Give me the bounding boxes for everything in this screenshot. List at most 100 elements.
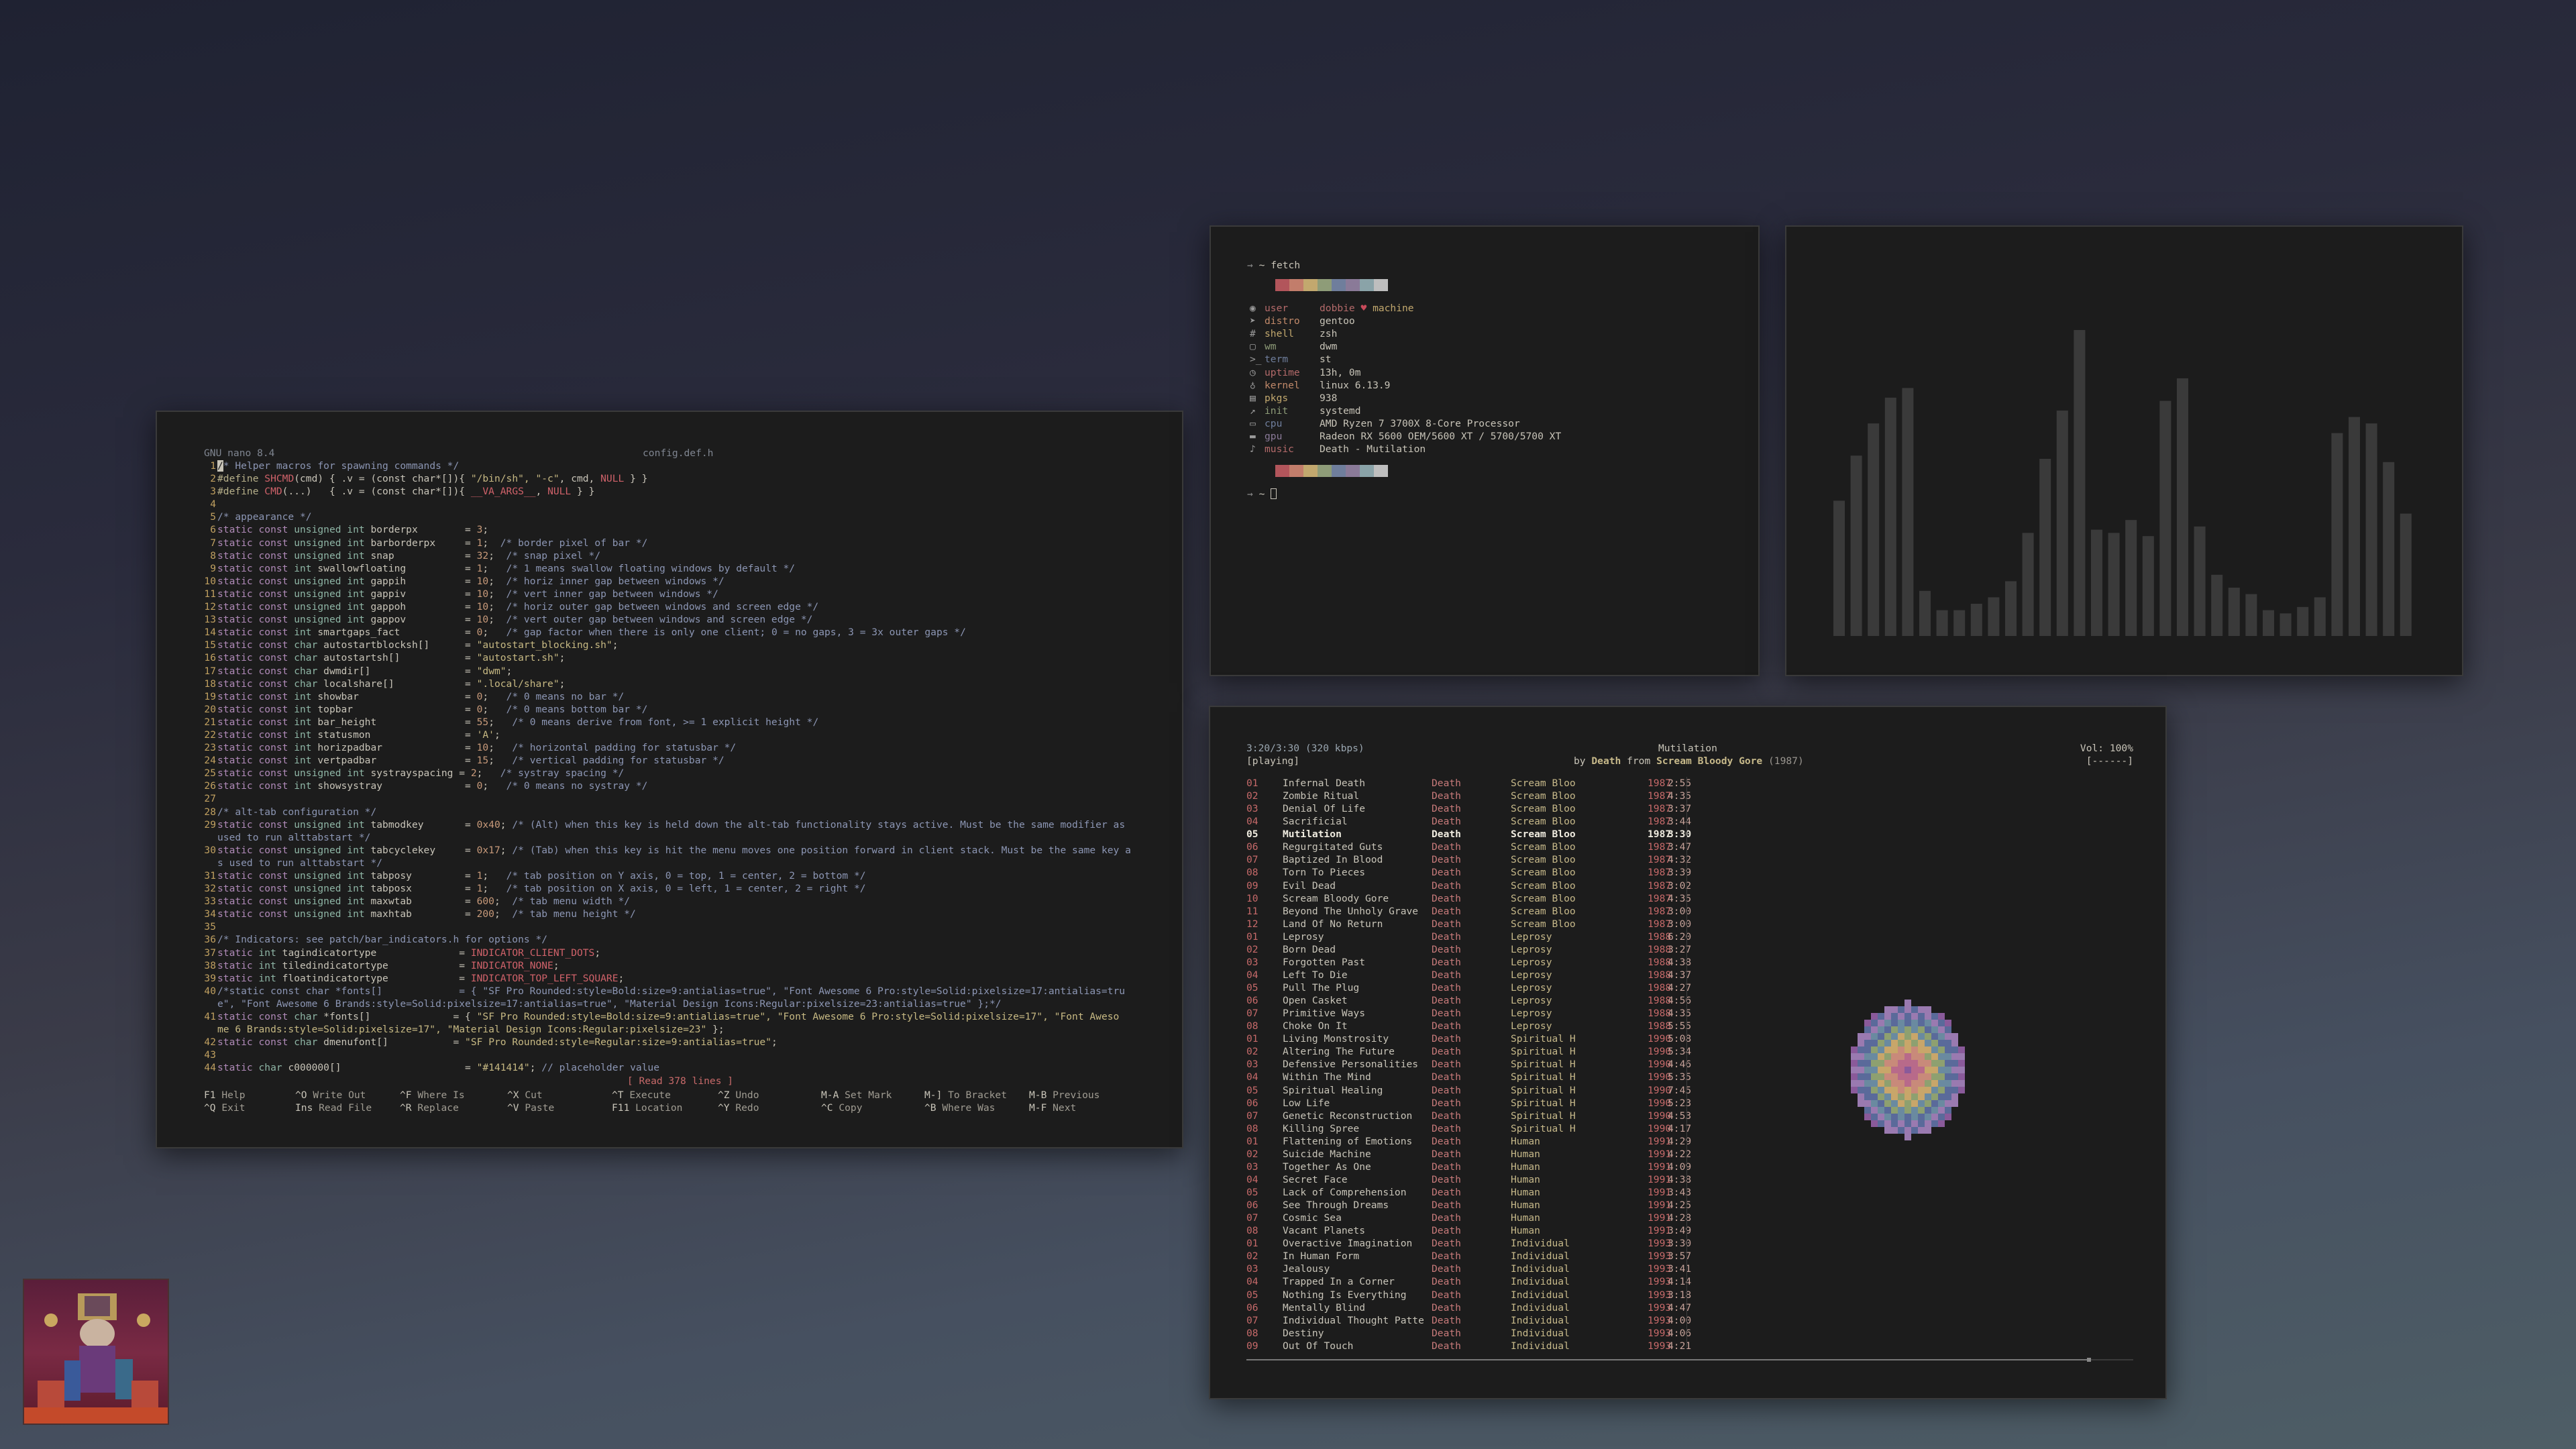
shortcut-next[interactable]: M-F Next — [1029, 1102, 1076, 1114]
code-buffer[interactable]: 1/* Helper macros for spawning commands … — [204, 460, 1157, 1075]
shortcut-execute[interactable]: ^T Execute — [612, 1089, 671, 1102]
code-token: ; — [488, 755, 513, 767]
track-row[interactable]: 07 Baptized In Blood Death Scream Bloo 1987 4… — [1246, 853, 1691, 866]
code-token: int — [294, 755, 312, 767]
track-row[interactable]: 12 Land Of No Return Death Scream Bloo 1987 3… — [1246, 918, 1691, 930]
track-row[interactable]: 06 Low Life Death Spiritual H 1990 5:23 — [1246, 1097, 1691, 1110]
host-name: machine — [1373, 303, 1414, 315]
track-row[interactable]: 01 Flattening of Emotions Death Human 1991 4:… — [1246, 1135, 1691, 1148]
playback-modes[interactable]: [------] — [2086, 755, 2133, 767]
shortcut-redo[interactable]: ^Y Redo — [718, 1102, 759, 1114]
shortcut-where-is[interactable]: ^F Where Is — [400, 1089, 465, 1102]
track-row[interactable]: 06 Open Casket Death Leprosy 1988 4:56 — [1246, 994, 1691, 1007]
track-row[interactable]: 09 Evil Dead Death Scream Bloo 1987 3:02 — [1246, 879, 1691, 892]
track-row[interactable]: 06 Regurgitated Guts Death Scream Bloo 1987 3… — [1246, 841, 1691, 853]
code-line: 8 static const unsigned int snap = 32; /*… — [204, 549, 1157, 562]
album-art-pixel-cell — [1931, 1053, 1938, 1060]
shortcut-write-out[interactable]: ^O Write Out — [295, 1089, 366, 1102]
track-row[interactable]: 03 Together As One Death Human 1991 4:09 — [1246, 1161, 1691, 1173]
track-row[interactable]: 07 Cosmic Sea Death Human 1991 4:28 — [1246, 1212, 1691, 1224]
shortcut-exit[interactable]: ^Q Exit — [204, 1102, 246, 1114]
shortcut-set-mark[interactable]: M-A Set Mark — [821, 1089, 892, 1102]
track-row[interactable]: 04 Sacrificial Death Scream Bloo 1987 3:44 — [1246, 815, 1691, 828]
track-row[interactable]: 08 Vacant Planets Death Human 1991 3:49 — [1246, 1224, 1691, 1237]
album-art-pixel-cell — [1918, 1087, 1925, 1093]
shortcut-undo[interactable]: ^Z Undo — [718, 1089, 759, 1102]
shortcut-replace[interactable]: ^R Replace — [400, 1102, 459, 1114]
shortcut-to-bracket[interactable]: M-] To Bracket — [924, 1089, 1007, 1102]
nano-editor-window[interactable]: GNU nano 8.4 config.def.h 1/* Helper mac… — [156, 411, 1183, 1148]
progress-bar[interactable] — [1246, 1358, 2133, 1362]
track-row[interactable]: 04 Secret Face Death Human 1991 4:38 — [1246, 1173, 1691, 1186]
track-row[interactable]: 05 Lack of Comprehension Death Human 1991 3:4… — [1246, 1186, 1691, 1199]
track-row[interactable]: 09 Out Of Touch Death Individual 1993 4:21 — [1246, 1340, 1691, 1352]
track-artist: Death — [1432, 816, 1461, 828]
track-row[interactable]: 01 Leprosy Death Leprosy 1988 6:20 — [1246, 930, 1691, 943]
shortcut-location[interactable]: F11 Location — [612, 1102, 682, 1114]
track-row[interactable]: 02 Zombie Ritual Death Scream Bloo 1987 4:35 — [1246, 790, 1691, 802]
shortcut-help[interactable]: F1 Help — [204, 1089, 246, 1102]
track-row[interactable]: 01 Overactive Imagination Death Individual 1… — [1246, 1237, 1691, 1250]
track-row[interactable]: 02 Born Dead Death Leprosy 1988 3:27 — [1246, 943, 1691, 956]
track-row[interactable]: 04 Within The Mind Death Spiritual H 1990 5:3… — [1246, 1071, 1691, 1083]
track-row[interactable]: 07 Primitive Ways Death Leprosy 1988 4:35 — [1246, 1007, 1691, 1020]
code-token: static const — [217, 588, 294, 600]
volume-indicator[interactable]: Vol: 100% — [2080, 742, 2133, 755]
album-art-pixel-cell — [1918, 1020, 1925, 1026]
track-row[interactable]: 04 Trapped In a Corner Death Individual 1993… — [1246, 1275, 1691, 1288]
track-duration: 4:56 — [1668, 995, 1692, 1007]
track-row[interactable]: 07 Individual Thought Patte Death Individua… — [1246, 1314, 1691, 1327]
track-row[interactable]: 01 Living Monstrosity Death Spiritual H 1990… — [1246, 1032, 1691, 1045]
track-row[interactable]: 03 Defensive Personalities Death Spiritual … — [1246, 1058, 1691, 1071]
music-player-window[interactable]: 3:20/3:30 (320 kbps) [playing] Mutilatio… — [1209, 706, 2167, 1399]
shortcut-cut[interactable]: ^X Cut — [507, 1089, 543, 1102]
track-row[interactable]: 06 Mentally Blind Death Individual 1993 4:47 — [1246, 1301, 1691, 1314]
track-album: Human — [1511, 1135, 1540, 1147]
album-art-pixel-cell — [1871, 1093, 1878, 1100]
track-number: 08 — [1246, 1327, 1258, 1339]
code-token: s used to run alttabstart */ — [217, 857, 383, 869]
album-art-pixel-cell — [1931, 1073, 1938, 1080]
track-row[interactable]: 05 Mutilation Death Scream Bloo 1987 3:30 — [1246, 828, 1691, 841]
track-row[interactable]: 05 Spiritual Healing Death Spiritual H 1990 7… — [1246, 1084, 1691, 1097]
track-row[interactable]: 06 See Through Dreams Death Human 1991 4:25 — [1246, 1199, 1691, 1212]
track-row[interactable]: 03 Denial Of Life Death Scream Bloo 1987 3:37 — [1246, 802, 1691, 815]
album-art-pixel-cell — [1951, 1067, 1958, 1073]
code-line: 13 static const unsigned int gappov = 10;… — [204, 613, 1157, 626]
track-row[interactable]: 11 Beyond The Unholy Grave Death Scream Blo… — [1246, 905, 1691, 918]
album-art-pixel-cell — [1938, 1114, 1945, 1120]
shortcut-copy[interactable]: ^C Copy — [821, 1102, 863, 1114]
track-row[interactable]: 01 Infernal Death Death Scream Bloo 1987 2:55 — [1246, 777, 1691, 790]
shortcut-where-was[interactable]: ^B Where Was — [924, 1102, 995, 1114]
track-row[interactable]: 08 Killing Spree Death Spiritual H 1990 4:17 — [1246, 1122, 1691, 1135]
album-art-pixel-cell — [1878, 1080, 1884, 1087]
track-row[interactable]: 05 Nothing Is Everything Death Individual 19… — [1246, 1289, 1691, 1301]
track-row[interactable]: 05 Pull The Plug Death Leprosy 1988 4:27 — [1246, 981, 1691, 994]
track-row[interactable]: 02 In Human Form Death Individual 1993 3:57 — [1246, 1250, 1691, 1263]
track-row[interactable]: 04 Left To Die Death Leprosy 1988 4:37 — [1246, 969, 1691, 981]
track-row[interactable]: 07 Genetic Reconstruction Death Spiritual H… — [1246, 1110, 1691, 1122]
audio-visualizer-window[interactable] — [1785, 225, 2463, 676]
track-row[interactable]: 08 Choke On It Death Leprosy 1988 5:55 — [1246, 1020, 1691, 1032]
shortcut-paste[interactable]: ^V Paste — [507, 1102, 554, 1114]
code-token: static const — [217, 639, 294, 651]
shortcut-previous[interactable]: M-B Previous — [1029, 1089, 1099, 1102]
track-row[interactable]: 08 Torn To Pieces Death Scream Bloo 1987 3:39 — [1246, 866, 1691, 879]
track-row[interactable]: 02 Altering The Future Death Spiritual H 199… — [1246, 1045, 1691, 1058]
track-row[interactable]: 08 Destiny Death Individual 1993 4:06 — [1246, 1327, 1691, 1340]
track-list[interactable]: 01 Infernal Death Death Scream Bloo 1987 2:55… — [1246, 777, 1691, 1352]
track-row[interactable]: 10 Scream Bloody Gore Death Scream Bloo 1987… — [1246, 892, 1691, 905]
shortcut-key: ^Y — [718, 1102, 730, 1114]
album-art-pixel-cell — [1878, 1087, 1884, 1093]
track-row[interactable]: 03 Forgotten Past Death Leprosy 1988 4:38 — [1246, 956, 1691, 969]
album-art-pixel-cell — [1931, 1013, 1938, 1020]
code-token: unsigned int — [294, 549, 365, 561]
track-row[interactable]: 03 Jealousy Death Individual 1993 3:41 — [1246, 1263, 1691, 1275]
prompt-line-active[interactable]: → ~ — [1247, 488, 1561, 500]
color-swatch — [1332, 279, 1346, 292]
track-row[interactable]: 02 Suicide Machine Death Human 1991 4:22 — [1246, 1148, 1691, 1161]
progress-handle[interactable] — [2086, 1358, 2091, 1362]
code-token: ; — [482, 780, 506, 792]
fetch-terminal-window[interactable]: → ~ fetch ◉ user dobbie ♥ machine ➤ distro ge… — [1210, 225, 1760, 676]
shortcut-read-file[interactable]: Ins Read File — [295, 1102, 372, 1114]
